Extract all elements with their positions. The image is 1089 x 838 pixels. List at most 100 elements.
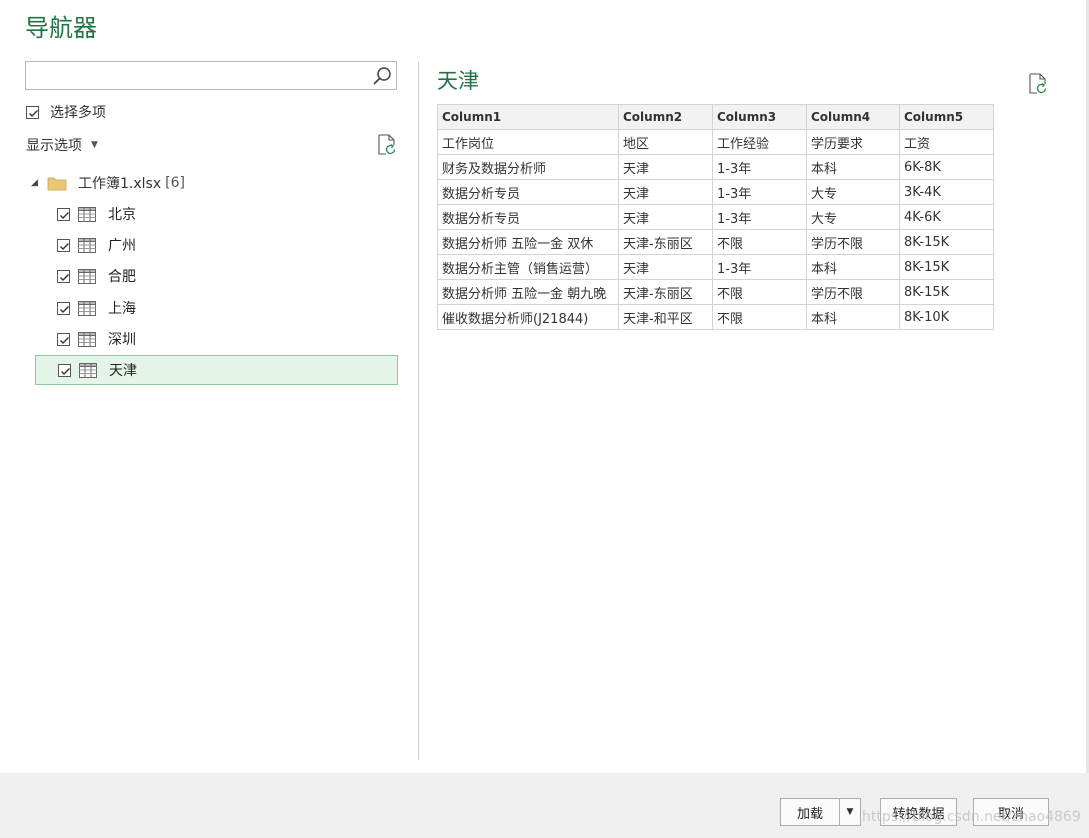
column-header[interactable]: Column1 <box>437 104 619 130</box>
column-header[interactable]: Column3 <box>712 104 807 130</box>
table-row: 数据分析主管（销售运营） 天津 1-3年 本科 8K-15K <box>437 254 994 280</box>
tree-item-tianjin[interactable]: 天津 <box>35 355 398 385</box>
display-options-label: 显示选项 <box>26 138 82 154</box>
table-row: 数据分析师 五险一金 双休 天津-东丽区 不限 学历不限 8K-15K <box>437 229 994 255</box>
table-cell: 1-3年 <box>712 204 807 230</box>
search-input[interactable] <box>26 62 366 89</box>
table-cell: 8K-15K <box>899 254 994 280</box>
item-checkbox[interactable] <box>57 301 70 315</box>
load-options-dropdown[interactable]: ▼ <box>839 798 861 826</box>
cancel-button[interactable]: 取消 <box>973 798 1049 826</box>
table-cell: 数据分析专员 <box>437 179 619 205</box>
tree-root-workbook[interactable]: ◢ 工作簿1.xlsx [6] <box>31 173 185 193</box>
table-cell: 财务及数据分析师 <box>437 154 619 180</box>
refresh-document-icon[interactable] <box>377 134 397 156</box>
table-cell: 大专 <box>806 204 900 230</box>
table-cell: 4K-6K <box>899 204 994 230</box>
item-checkbox[interactable] <box>57 207 70 221</box>
tree-item-guangzhou[interactable]: 广州 <box>35 230 398 260</box>
tree-item-label: 合肥 <box>108 269 136 285</box>
folder-icon <box>47 177 67 191</box>
table-cell: 不限 <box>712 304 807 330</box>
table-cell: 大专 <box>806 179 900 205</box>
tree-item-label: 北京 <box>108 207 136 223</box>
pane-divider[interactable] <box>418 62 419 760</box>
item-checkbox[interactable] <box>58 363 71 377</box>
table-cell: 数据分析主管（销售运营） <box>437 254 619 280</box>
tree-item-label: 广州 <box>108 238 136 254</box>
tree-item-shenzhen[interactable]: 深圳 <box>35 324 398 354</box>
table-cell: 6K-8K <box>899 154 994 180</box>
tree-item-beijing[interactable]: 北京 <box>35 199 398 229</box>
table-cell: 学历不限 <box>806 279 900 305</box>
tree-item-label: 上海 <box>108 301 136 317</box>
table-cell: 本科 <box>806 154 900 180</box>
refresh-preview-icon[interactable] <box>1028 73 1048 95</box>
table-cell: 工作岗位 <box>437 129 619 155</box>
preview-title: 天津 <box>437 69 479 93</box>
column-header[interactable]: Column5 <box>899 104 994 130</box>
tree-item-shanghai[interactable]: 上海 <box>35 293 398 323</box>
column-header[interactable]: Column2 <box>618 104 713 130</box>
table-cell: 工资 <box>899 129 994 155</box>
checkmark-icon <box>61 367 70 375</box>
multi-select-label: 选择多项 <box>50 105 106 121</box>
table-cell: 1-3年 <box>712 254 807 280</box>
checkmark-icon <box>60 273 69 281</box>
item-checkbox[interactable] <box>57 238 70 252</box>
table-cell: 8K-15K <box>899 279 994 305</box>
table-icon <box>78 268 96 284</box>
table-cell: 本科 <box>806 304 900 330</box>
table-cell: 天津 <box>618 204 713 230</box>
table-cell: 天津 <box>618 154 713 180</box>
column-header[interactable]: Column4 <box>806 104 900 130</box>
multi-select-checkbox[interactable] <box>26 105 39 119</box>
table-cell: 催收数据分析师(J21844) <box>437 304 619 330</box>
checkmark-icon <box>60 242 69 250</box>
table-icon <box>78 300 96 316</box>
table-cell: 8K-15K <box>899 229 994 255</box>
table-row: 催收数据分析师(J21844) 天津-和平区 不限 本科 8K-10K <box>437 304 994 330</box>
chevron-down-icon: ▼ <box>846 807 854 817</box>
table-cell: 天津 <box>618 179 713 205</box>
table-icon <box>78 206 96 222</box>
search-icon[interactable] <box>371 65 393 87</box>
item-checkbox[interactable] <box>57 269 70 283</box>
checkmark-icon <box>60 305 69 313</box>
multi-select-toggle[interactable]: 选择多项 <box>26 103 106 121</box>
item-checkbox[interactable] <box>57 332 70 346</box>
table-cell: 天津-东丽区 <box>618 279 713 305</box>
table-header-row: Column1 Column2 Column3 Column4 Column5 <box>437 104 994 130</box>
load-button[interactable]: 加载 <box>780 798 840 826</box>
tree-root-count: [6] <box>165 175 185 191</box>
tree-item-label: 天津 <box>109 363 137 379</box>
expand-triangle-icon[interactable]: ◢ <box>31 178 41 188</box>
checkmark-icon <box>60 336 69 344</box>
table-icon <box>78 237 96 253</box>
table-cell: 8K-10K <box>899 304 994 330</box>
table-row: 财务及数据分析师 天津 1-3年 本科 6K-8K <box>437 154 994 180</box>
table-cell: 不限 <box>712 279 807 305</box>
transform-data-button[interactable]: 转换数据 <box>880 798 957 826</box>
tree-root-label: 工作簿1.xlsx <box>78 176 162 192</box>
table-cell: 1-3年 <box>712 154 807 180</box>
table-row: 数据分析专员 天津 1-3年 大专 4K-6K <box>437 204 994 230</box>
table-cell: 1-3年 <box>712 179 807 205</box>
checkmark-icon <box>60 211 69 219</box>
table-row: 工作岗位 地区 工作经验 学历要求 工资 <box>437 129 994 155</box>
table-cell: 本科 <box>806 254 900 280</box>
table-row: 数据分析师 五险一金 朝九晚 天津-东丽区 不限 学历不限 8K-15K <box>437 279 994 305</box>
table-cell: 天津-东丽区 <box>618 229 713 255</box>
table-cell: 数据分析师 五险一金 双休 <box>437 229 619 255</box>
table-cell: 不限 <box>712 229 807 255</box>
table-cell: 3K-4K <box>899 179 994 205</box>
tree-item-label: 深圳 <box>108 332 136 348</box>
table-cell: 学历不限 <box>806 229 900 255</box>
search-box[interactable] <box>25 61 397 90</box>
table-cell: 天津-和平区 <box>618 304 713 330</box>
display-options-dropdown[interactable]: 显示选项 ▼ <box>26 135 98 155</box>
table-row: 数据分析专员 天津 1-3年 大专 3K-4K <box>437 179 994 205</box>
tree-item-hefei[interactable]: 合肥 <box>35 261 398 291</box>
preview-table: Column1 Column2 Column3 Column4 Column5 … <box>437 104 994 330</box>
table-icon <box>78 331 96 347</box>
